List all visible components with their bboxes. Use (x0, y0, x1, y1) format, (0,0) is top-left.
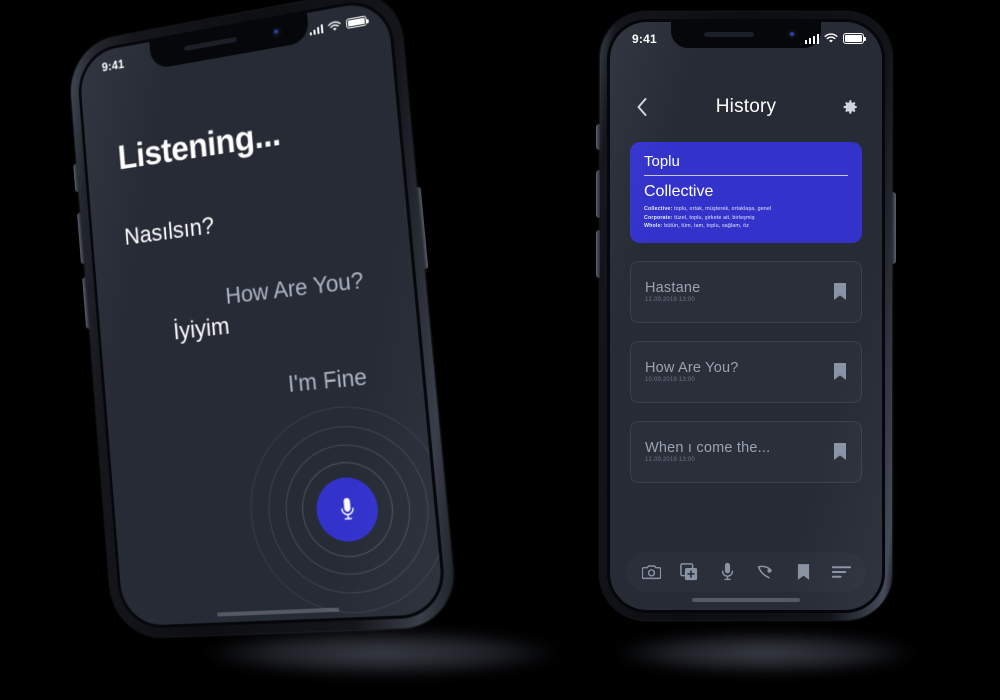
status-time: 9:41 (632, 31, 657, 46)
tab-camera[interactable] (638, 559, 664, 585)
gear-icon (843, 100, 857, 114)
microphone-icon (721, 562, 733, 581)
volume-up-button[interactable] (77, 212, 85, 265)
battery-full-icon (843, 33, 866, 44)
mute-switch[interactable] (596, 124, 600, 150)
definition-row: Whole: bütün, tüm, tam, toplu, sağlam, ö… (644, 222, 848, 231)
list-item[interactable]: Hastane 12.09.2019 13:00 (630, 260, 862, 323)
phone-left-shadow (205, 630, 560, 676)
list-item-title: When ı come the... (645, 440, 771, 457)
history-screen: History Toplu Collective Collective: top… (610, 22, 882, 610)
power-button[interactable] (416, 186, 429, 270)
tab-bookmarks[interactable] (790, 559, 816, 585)
pulse-ring-1 (298, 458, 398, 560)
list-item-title: How Are You? (645, 360, 739, 377)
definition-label: Whole: (644, 223, 663, 230)
definition-label: Corporate: (644, 214, 673, 221)
chevron-left-icon (637, 98, 647, 116)
back-button[interactable] (630, 95, 654, 119)
list-item-text: When ı come the... 12.09.2019 13:00 (645, 440, 833, 463)
list-item-date: 12.09.2019 13:00 (645, 457, 695, 464)
definition-label: Collective: (644, 206, 673, 212)
tab-list[interactable] (828, 559, 854, 585)
featured-translation-card[interactable]: Toplu Collective Collective: toplu, orta… (630, 142, 862, 243)
featured-source-word: Toplu (644, 153, 848, 176)
settings-button[interactable] (838, 95, 862, 119)
definition-list: Collective: toplu, ortak, müşterek, orta… (644, 205, 848, 231)
wifi-icon (824, 33, 838, 43)
phone-right-screen: 9:41 History Toplu Collective Collective… (610, 22, 882, 610)
navigation-bar: History (610, 84, 882, 130)
cellular-bars-icon (804, 34, 819, 44)
transcript-target-2: I'm Fine (286, 363, 368, 398)
volume-down-button[interactable] (82, 277, 90, 329)
status-bar: 9:41 (610, 22, 882, 50)
phone-left-frame: 9:41 Listening... Nasılsın? How Are You?… (67, 0, 459, 639)
list-item-date: 10.09.2019 13:00 (645, 377, 695, 384)
add-document-icon (680, 563, 698, 581)
pulse-ring-4 (242, 398, 445, 617)
phone-left-screen: 9:41 Listening... Nasılsın? How Are You?… (78, 0, 445, 627)
microphone-icon (337, 497, 356, 524)
list-lines-icon (831, 566, 851, 578)
page-title: History (715, 96, 777, 117)
pulse-ring-2 (280, 439, 417, 578)
listening-screen: Listening... Nasılsın? How Are You? İyiy… (78, 0, 445, 626)
phone-right-shadow (615, 632, 915, 674)
bookmark-icon (797, 564, 809, 580)
definition-values: tüzel, toplu, şirkete ait, birleşmiş (672, 214, 755, 221)
volume-up-button[interactable] (596, 170, 600, 218)
cellular-bars-icon (309, 23, 324, 36)
power-button[interactable] (892, 192, 896, 264)
list-item-date: 12.09.2019 13:00 (645, 297, 695, 304)
phone-right-frame: 9:41 History Toplu Collective Collective… (596, 12, 896, 620)
home-indicator[interactable] (692, 598, 800, 602)
mic-listening-indicator (238, 398, 445, 618)
page-title: Listening... (116, 114, 282, 178)
home-indicator[interactable] (217, 607, 340, 617)
mic-record-button[interactable] (313, 475, 381, 544)
definition-row: Collective: toplu, ortak, müşterek, orta… (644, 205, 848, 214)
scene: 9:41 Listening... Nasılsın? How Are You?… (0, 0, 1000, 700)
featured-translated-word: Collective (644, 183, 714, 200)
tab-handwriting[interactable] (752, 559, 778, 585)
bookmark-icon[interactable] (833, 362, 847, 381)
status-time: 9:41 (101, 57, 125, 75)
mute-switch[interactable] (73, 163, 79, 193)
definition-values: bütün, tüm, tam, toplu, sağlam, öz (662, 223, 750, 230)
pulse-ring-3 (261, 419, 437, 597)
list-item-title: Hastane (645, 280, 701, 297)
phone-left: 9:41 Listening... Nasılsın? How Are You?… (67, 0, 459, 639)
list-item[interactable]: How Are You? 10.09.2019 13:00 (630, 340, 862, 403)
home-bar-area (122, 595, 444, 621)
phone-right: 9:41 History Toplu Collective Collective… (596, 12, 896, 620)
tab-voice[interactable] (714, 559, 740, 585)
camera-icon (641, 565, 661, 580)
list-item-text: How Are You? 10.09.2019 13:00 (645, 360, 833, 383)
tab-add-document[interactable] (676, 559, 702, 585)
phone-right-bezel: 9:41 History Toplu Collective Collective… (607, 19, 885, 613)
history-list[interactable]: Toplu Collective Collective: toplu, orta… (610, 130, 882, 544)
volume-down-button[interactable] (596, 230, 600, 278)
transcript-source-1: Nasılsın? (123, 212, 216, 251)
transcript-target-1: How Are You? (224, 266, 365, 309)
phone-left-bezel: 9:41 Listening... Nasılsın? How Are You?… (75, 0, 449, 630)
wifi-icon (327, 19, 342, 31)
bookmark-icon[interactable] (833, 282, 847, 301)
definition-values: toplu, ortak, müşterek, ortaklaşa, genel (672, 206, 772, 212)
list-item[interactable]: When ı come the... 12.09.2019 13:00 (630, 420, 862, 483)
bottom-toolbar (626, 552, 866, 592)
bookmark-icon[interactable] (833, 442, 847, 461)
transcript-source-2: İyiyim (172, 312, 231, 346)
battery-full-icon (345, 15, 368, 30)
pen-draw-icon (757, 565, 772, 578)
list-item-text: Hastane 12.09.2019 13:00 (645, 280, 833, 303)
definition-row: Corporate: tüzel, toplu, şirkete ait, bi… (644, 214, 848, 223)
